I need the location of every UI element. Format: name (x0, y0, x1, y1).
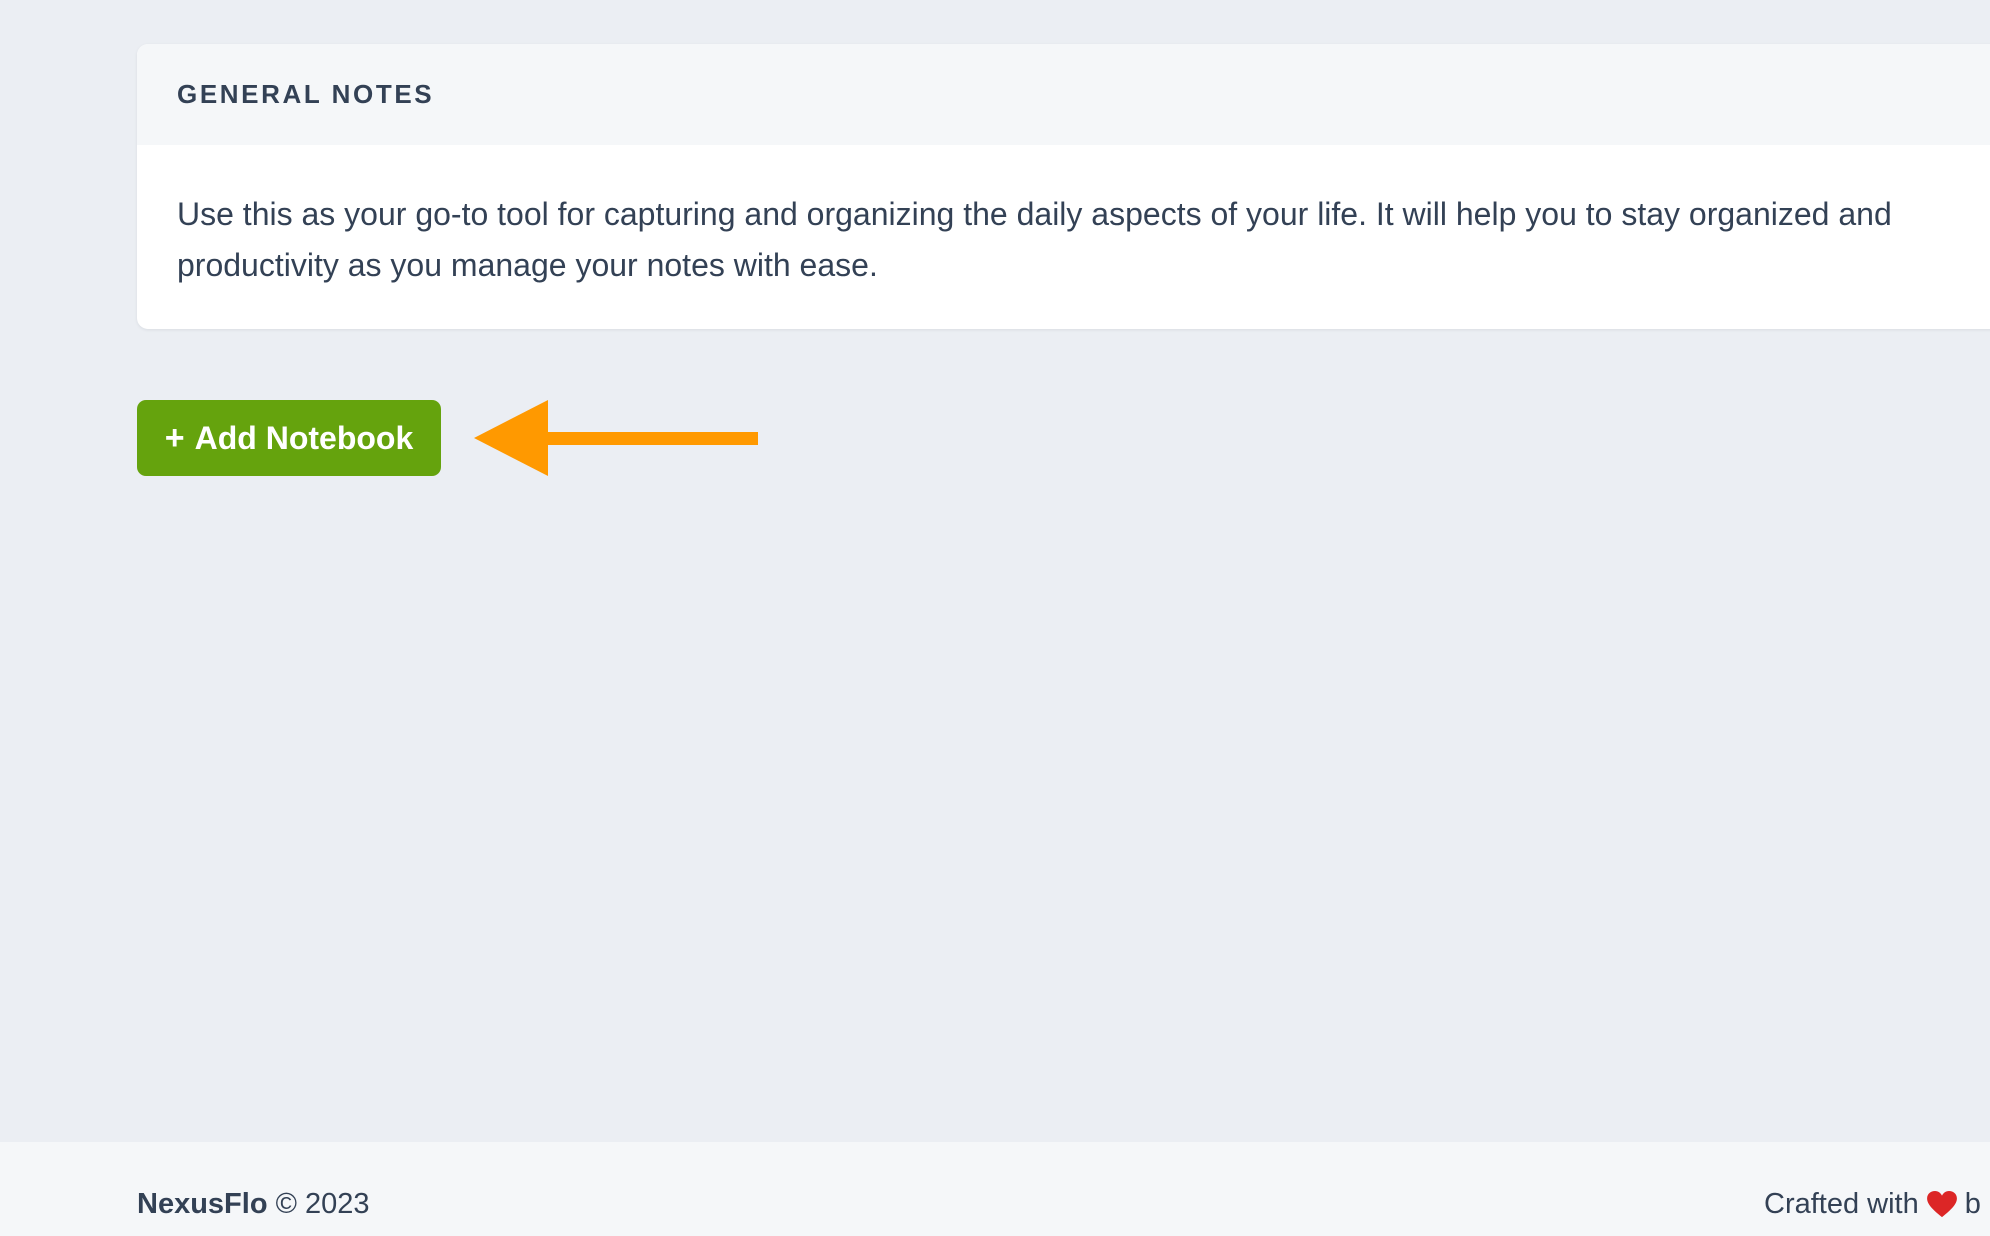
card-header: GENERAL NOTES (137, 44, 1990, 145)
card-title: GENERAL NOTES (177, 79, 435, 109)
add-notebook-label: Add Notebook (194, 419, 414, 456)
card-body: Use this as your go-to tool for capturin… (137, 145, 1990, 291)
general-notes-card: GENERAL NOTES Use this as your go-to too… (137, 44, 1990, 329)
footer-copyright-year: © 2023 (275, 1188, 370, 1220)
card-description: Use this as your go-to tool for capturin… (177, 196, 1892, 283)
footer-crafted-suffix: b (1964, 1188, 1981, 1220)
arrow-left-icon (474, 400, 758, 476)
footer-credits: Crafted with b (1764, 1188, 1981, 1221)
plus-icon: + (164, 419, 185, 457)
footer-crafted-text: Crafted with (1764, 1188, 1919, 1220)
heart-icon (1926, 1191, 1957, 1218)
footer-brand: NexusFlo (137, 1188, 268, 1220)
footer-copyright: NexusFlo © 2023 (137, 1188, 370, 1221)
footer: NexusFlo © 2023 Crafted with b (0, 1142, 1990, 1236)
add-notebook-button[interactable]: + Add Notebook (137, 400, 441, 476)
